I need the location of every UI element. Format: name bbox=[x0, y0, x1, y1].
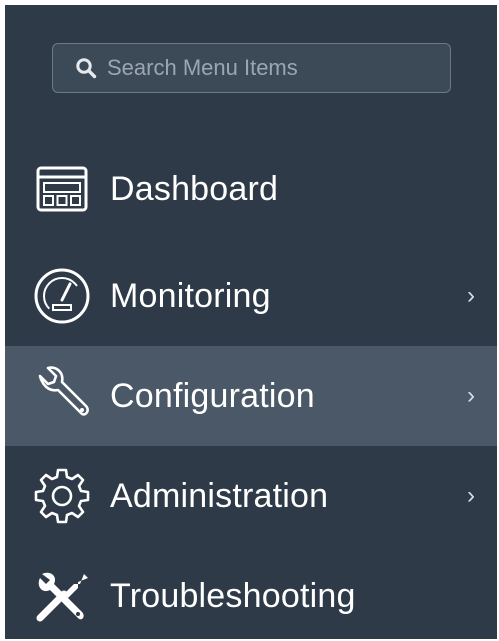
menu-item-label: Administration bbox=[110, 476, 329, 515]
gauge-icon bbox=[31, 265, 93, 327]
menu-item-configuration[interactable]: Configuration › bbox=[5, 346, 497, 446]
chevron-right-icon: › bbox=[467, 282, 475, 309]
tools-icon bbox=[31, 565, 93, 627]
search-box[interactable] bbox=[52, 43, 451, 93]
menu-item-administration[interactable]: Administration › bbox=[5, 446, 497, 546]
chevron-right-icon: › bbox=[467, 482, 475, 509]
menu-item-monitoring[interactable]: Monitoring › bbox=[5, 246, 497, 346]
wrench-icon bbox=[31, 365, 93, 427]
dashboard-icon bbox=[31, 158, 93, 220]
gear-icon bbox=[31, 465, 93, 527]
search-icon bbox=[76, 58, 97, 79]
menu-item-label: Dashboard bbox=[110, 169, 279, 208]
menu-item-troubleshooting[interactable]: Troubleshooting bbox=[5, 546, 497, 639]
menu-item-dashboard[interactable]: Dashboard bbox=[5, 139, 497, 239]
menu-item-label: Troubleshooting bbox=[110, 576, 356, 615]
menu-item-label: Configuration bbox=[110, 376, 315, 415]
sidebar-menu: Dashboard Monitoring › Configuration › bbox=[5, 5, 497, 639]
chevron-right-icon: › bbox=[467, 382, 475, 409]
search-input[interactable] bbox=[107, 55, 427, 81]
menu-item-label: Monitoring bbox=[110, 276, 271, 315]
